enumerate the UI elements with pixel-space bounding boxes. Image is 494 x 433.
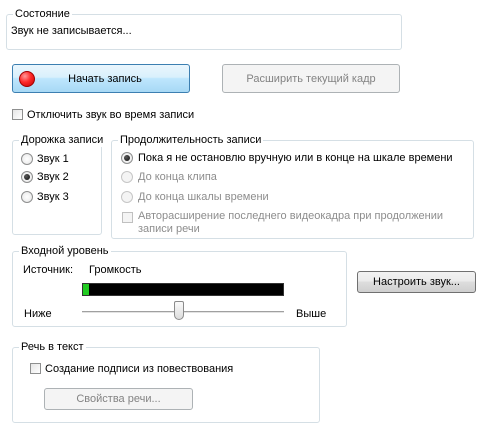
speech-properties-label: Свойства речи... <box>76 393 161 405</box>
slider-high-label: Выше <box>296 308 327 320</box>
create-caption-checkbox[interactable] <box>30 363 41 374</box>
track-radio-2-label: Звук 2 <box>37 171 69 183</box>
configure-audio-label: Настроить звук... <box>373 276 460 288</box>
autoextend-checkbox[interactable] <box>122 212 133 223</box>
input-level-meter-fill <box>83 284 89 295</box>
speech-properties-button[interactable]: Свойства речи... <box>44 388 193 410</box>
duration-radio-timeline-end[interactable] <box>121 191 133 203</box>
extend-frame-label: Расширить текущий кадр <box>246 72 376 85</box>
track-radio-2[interactable] <box>21 171 33 183</box>
autoextend-label-line2: записи речи <box>138 223 200 235</box>
status-group-title: Состояние <box>13 7 72 21</box>
start-record-label: Начать запись <box>68 72 142 85</box>
speech-to-text-group: Речь в текст <box>12 340 320 423</box>
mute-audio-checkbox[interactable] <box>12 109 23 120</box>
duration-radio-timeline-end-label: До конца шкалы времени <box>138 191 269 203</box>
input-level-meter <box>82 283 284 296</box>
create-caption-label: Создание подписи из повествования <box>45 363 234 375</box>
track-radio-1[interactable] <box>21 153 33 165</box>
status-group: Состояние Звук не записывается... <box>6 7 402 50</box>
track-radio-3[interactable] <box>21 191 33 203</box>
input-level-group-title: Входной уровень <box>19 244 111 258</box>
speech-to-text-group-title: Речь в текст <box>19 340 86 354</box>
extend-frame-button[interactable]: Расширить текущий кадр <box>222 64 400 93</box>
duration-radio-manual-label: Пока я не остановлю вручную или в конце … <box>138 152 453 164</box>
slider-low-label: Ниже <box>24 308 52 320</box>
source-value: Громкость <box>89 264 142 276</box>
mute-audio-label: Отключить звук во время записи <box>27 109 195 121</box>
source-label: Источник: <box>23 264 74 276</box>
configure-audio-button[interactable]: Настроить звук... <box>357 271 476 293</box>
duration-radio-clip-end[interactable] <box>121 171 133 183</box>
start-record-button[interactable]: Начать запись <box>12 64 190 93</box>
input-level-slider-thumb[interactable] <box>173 301 184 320</box>
duration-group-title: Продолжительность записи <box>118 133 264 147</box>
status-message: Звук не записывается... <box>11 25 132 37</box>
track-radio-3-label: Звук 3 <box>37 191 69 203</box>
track-radio-1-label: Звук 1 <box>37 153 69 165</box>
track-group-title: Дорожка записи <box>19 133 106 147</box>
record-icon <box>19 71 35 87</box>
autoextend-label-line1: Авторасширение последнего видеокадра при… <box>138 210 444 222</box>
duration-radio-manual[interactable] <box>121 152 133 164</box>
duration-radio-clip-end-label: До конца клипа <box>138 171 217 183</box>
